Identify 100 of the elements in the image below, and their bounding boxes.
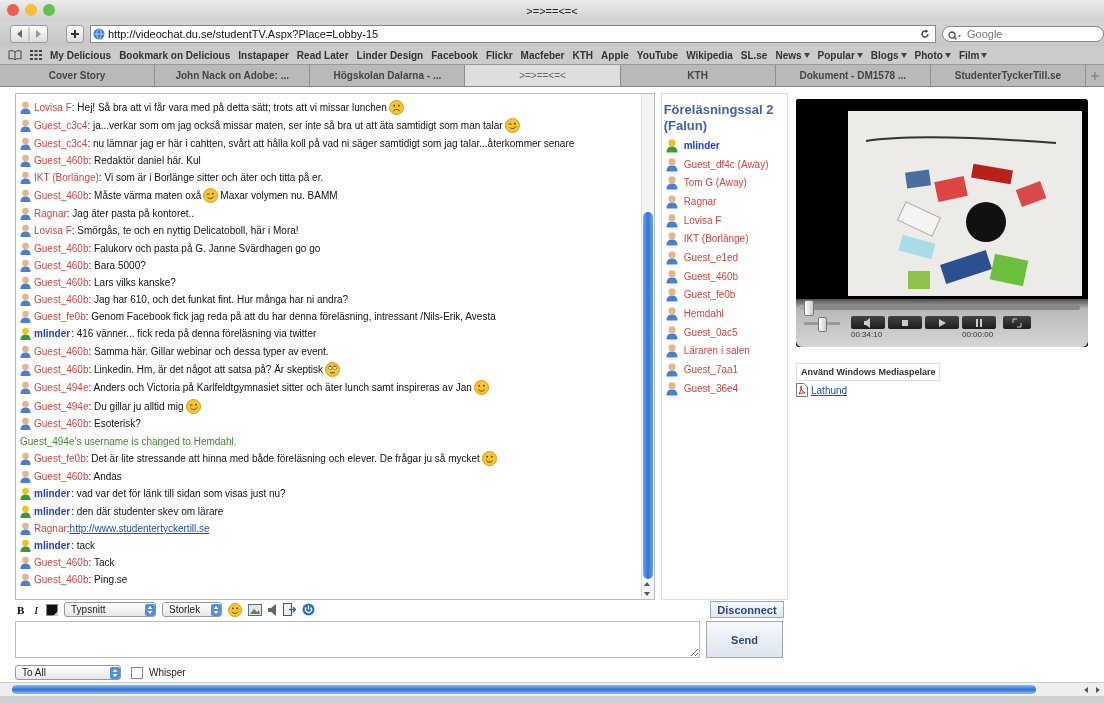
browser-tab[interactable]: John Nack on Adobe: ... (155, 65, 311, 86)
bookmark-link[interactable]: My Delicious (50, 49, 112, 61)
username[interactable]: IKT (Borlänge) (34, 172, 99, 184)
bookmark-link[interactable]: YouTube (636, 49, 679, 61)
search-field[interactable]: Google (942, 25, 1104, 42)
user-name[interactable]: Guest_fe0b (683, 289, 736, 301)
bookmark-link[interactable]: Bookmark on Delicious (119, 49, 231, 61)
bookmark-link[interactable]: Wikipedia (686, 49, 733, 61)
grid-icon[interactable] (30, 50, 42, 60)
username[interactable]: mlinder (34, 505, 71, 517)
username[interactable]: Guest_fe0b (34, 453, 86, 465)
disconnect-button[interactable]: Disconnect (710, 601, 784, 618)
username[interactable]: Ragnar (34, 522, 67, 534)
user-name[interactable]: Guest_df4c (Away) (683, 158, 769, 170)
user-name[interactable]: Guest_0ac5 (683, 326, 738, 338)
username[interactable]: Guest_460b (34, 471, 89, 483)
bookmark-link[interactable]: Macfeber (520, 49, 565, 61)
smiley-icon[interactable] (228, 602, 242, 617)
close-button[interactable] (7, 4, 19, 16)
message-link[interactable]: http://www.studentertyckertill.se (69, 522, 210, 534)
username[interactable]: Guest_494e (34, 400, 89, 412)
user-icon (665, 362, 678, 378)
username[interactable]: Guest_460b (34, 276, 89, 288)
username[interactable]: Guest_460b (34, 259, 89, 271)
bookmark-link[interactable]: Photo (914, 49, 951, 61)
text-color-icon[interactable] (46, 603, 58, 616)
reload-icon[interactable] (920, 28, 930, 39)
username[interactable]: Guest_460b (34, 574, 89, 586)
username[interactable]: Guest_460b (34, 345, 89, 357)
bookmark-link[interactable]: Facebook (431, 49, 478, 61)
user-name[interactable]: Guest_460b (683, 270, 739, 282)
pause-button[interactable] (962, 316, 996, 329)
back-forward-buttons[interactable] (10, 24, 48, 43)
user-name[interactable]: Lovisa F (683, 214, 722, 226)
bookmark-link[interactable]: Instapaper (238, 49, 289, 61)
add-bookmark-button[interactable] (66, 24, 84, 43)
user-name[interactable]: IKT (Borlänge) (683, 233, 749, 245)
recipient-select[interactable]: To All (15, 665, 121, 680)
browser-tab[interactable]: StudenterTyckerTill.se (930, 65, 1086, 86)
bookmark-link[interactable]: Flickr (485, 49, 513, 61)
bookmark-link[interactable]: Popular (817, 49, 863, 61)
bookmark-link[interactable]: Apple (601, 49, 629, 61)
user-name[interactable]: Guest_36e4 (683, 382, 739, 394)
user-name[interactable]: Guest_e1ed (683, 251, 739, 263)
book-icon[interactable] (8, 50, 22, 60)
username[interactable]: mlinder (34, 539, 71, 551)
bookmark-link[interactable]: KTH (572, 49, 594, 61)
image-icon[interactable] (248, 603, 262, 616)
username[interactable]: Guest_460b (34, 242, 89, 254)
seek-slider-thumb[interactable] (804, 300, 815, 316)
user-name[interactable]: Guest_7aa1 (683, 364, 739, 376)
bookmark-link[interactable]: Linder Design (356, 49, 424, 61)
bookmark-link[interactable]: Blogs (870, 49, 907, 61)
export-icon[interactable] (283, 603, 296, 616)
username[interactable]: Guest_460b (34, 418, 89, 430)
horizontal-scrollbar[interactable] (0, 682, 1104, 696)
message-input[interactable] (15, 621, 700, 658)
username[interactable]: Ragnar (34, 208, 67, 220)
user-name[interactable]: Hemdahl (683, 308, 724, 320)
bookmark-link[interactable]: Film (958, 49, 988, 61)
volume-slider-thumb[interactable] (818, 317, 827, 332)
browser-tab[interactable]: Dokument - DM1578 ... (775, 65, 931, 86)
user-name[interactable]: Ragnar (683, 195, 717, 207)
smiling-face-icon (473, 380, 489, 395)
guide-link[interactable]: Lathund (811, 384, 848, 396)
browser-tab[interactable]: KTH (620, 65, 776, 86)
format-button[interactable]: B (15, 603, 27, 616)
stop-button[interactable] (888, 316, 922, 329)
username[interactable]: Lovisa F (34, 101, 72, 113)
username[interactable]: mlinder (34, 328, 71, 340)
username[interactable]: Guest_460b (34, 190, 89, 202)
play-button[interactable] (925, 316, 959, 329)
user-name[interactable]: mlinder (683, 139, 720, 151)
mute-button[interactable] (851, 316, 885, 329)
bookmark-link[interactable]: Read Later (296, 49, 349, 61)
size-select[interactable]: Storlek (162, 602, 222, 617)
whisper-checkbox[interactable] (131, 666, 143, 679)
browser-tab[interactable]: Cover Story (0, 65, 156, 86)
fullscreen-button[interactable] (1003, 316, 1031, 329)
format-button[interactable]: I (32, 603, 40, 616)
bookmark-link[interactable]: News (775, 49, 810, 61)
bookmark-link[interactable]: SL.se (740, 49, 768, 61)
power-icon[interactable] (302, 603, 315, 616)
username[interactable]: mlinder (34, 488, 71, 500)
username[interactable]: Guest_460b (34, 363, 89, 375)
user-name[interactable]: Tom G (Away) (683, 177, 747, 189)
user-name[interactable]: Läraren i salen (683, 345, 750, 357)
username[interactable]: Guest_494e (34, 382, 89, 393)
address-field[interactable]: http://videochat.du.se/studentTV.Aspx?Place=Lobby-15 (90, 24, 936, 43)
username[interactable]: Guest_fe0b (34, 311, 86, 323)
scrollbar[interactable] (640, 94, 654, 599)
username[interactable]: Guest_460b (34, 294, 89, 306)
username[interactable]: Guest_460b (34, 155, 89, 167)
speaker-icon[interactable] (268, 603, 277, 616)
username[interactable]: Lovisa F (34, 225, 72, 237)
username[interactable]: Guest_460b (34, 557, 89, 569)
send-button[interactable]: Send (706, 621, 783, 658)
font-select[interactable]: Typsnitt (64, 602, 156, 617)
media-player-button[interactable]: Använd Windows Mediaspelare (796, 363, 941, 381)
browser-tab[interactable]: >=>==<=< (465, 65, 621, 86)
